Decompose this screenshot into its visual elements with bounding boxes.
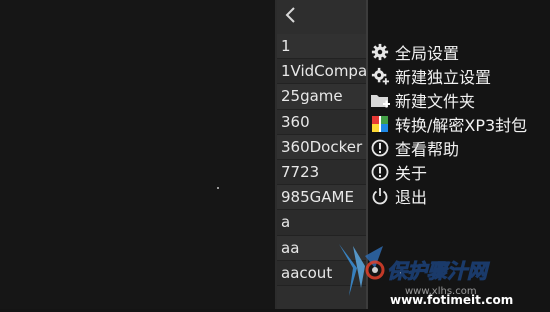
menu-item-label: 关于 <box>395 164 428 183</box>
menu-item-help[interactable]: 查看帮助 <box>368 136 527 160</box>
menu-item-convert-xp3[interactable]: 转换/解密XP3封包 <box>368 112 527 136</box>
list-item[interactable]: 360 <box>277 109 366 135</box>
list-item[interactable]: a <box>277 210 366 236</box>
menu-item-label: 查看帮助 <box>395 140 460 159</box>
menu-item-about[interactable]: 关于 <box>368 160 527 184</box>
back-button[interactable] <box>277 0 366 34</box>
convert-icon <box>370 114 390 134</box>
context-menu: 全局设置 新建独立设置 新建文件夹 转换/解密XP3封包 查看帮助 关于 退出 <box>368 40 527 208</box>
info-icon <box>370 162 390 182</box>
help-icon <box>370 138 390 158</box>
chevron-left-icon <box>283 6 297 28</box>
main-canvas <box>0 0 275 309</box>
watermark-url-2: www.fotimeit.com <box>390 293 513 307</box>
menu-item-label: 新建独立设置 <box>395 68 492 87</box>
menu-item-label: 退出 <box>395 188 428 207</box>
watermark-logo-icon <box>339 244 385 296</box>
menu-item-exit[interactable]: 退出 <box>368 184 527 208</box>
gear-icon <box>370 42 390 62</box>
menu-item-global-settings[interactable]: 全局设置 <box>368 40 527 64</box>
folder-add-icon <box>370 90 390 110</box>
menu-item-new-settings[interactable]: 新建独立设置 <box>368 64 527 88</box>
power-icon <box>370 186 390 206</box>
list-item[interactable]: 7723 <box>277 159 366 186</box>
menu-item-label: 全局设置 <box>395 44 460 63</box>
list-item[interactable]: 25game <box>277 84 366 110</box>
list-item[interactable]: 1 <box>277 34 366 60</box>
watermark: 保护骤汁网 www.xlhs.com www.fotimeit.com <box>335 238 545 308</box>
menu-item-new-folder[interactable]: 新建文件夹 <box>368 88 527 112</box>
watermark-brand: 保护骤汁网 <box>387 259 490 283</box>
canvas-dot <box>217 187 219 189</box>
menu-item-label: 转换/解密XP3封包 <box>395 116 528 135</box>
list-item[interactable]: 985GAME <box>277 185 366 211</box>
list-item[interactable]: 360Docker <box>277 134 366 160</box>
gear-add-icon <box>370 66 390 86</box>
menu-item-label: 新建文件夹 <box>395 92 476 111</box>
list-item[interactable]: 1VidCompa <box>277 59 366 85</box>
